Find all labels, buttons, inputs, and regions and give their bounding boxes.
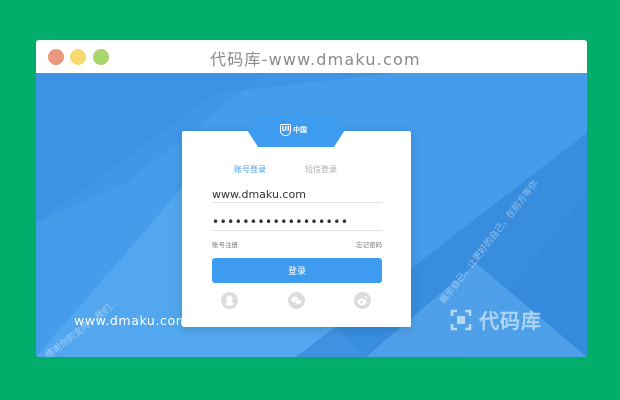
close-window-button[interactable] (48, 49, 64, 65)
username-field (212, 183, 382, 204)
register-link[interactable]: 账号注册 (212, 239, 238, 249)
watermark-brand: 代码库 (449, 305, 542, 334)
minimize-window-button[interactable] (70, 49, 86, 65)
tab-sms-login[interactable]: 短信登录 (305, 164, 337, 175)
wechat-icon[interactable] (288, 292, 305, 309)
card-header-badge: UI 中国 (248, 116, 344, 147)
login-button[interactable]: 登录 (212, 258, 382, 283)
watermark-url: www.dmaku.com (74, 313, 189, 328)
maximize-window-button[interactable] (93, 49, 109, 65)
ui-logo-icon: UI (280, 124, 291, 136)
tab-account-login[interactable]: 账号登录 (234, 164, 266, 175)
page-viewport: 感谢你的支持，我们... 展示自己，让更好的自己，在前方等你 www.dmaku… (36, 73, 587, 357)
weibo-icon[interactable] (354, 292, 371, 309)
badge-text: 中国 (293, 126, 307, 134)
password-field (212, 211, 382, 232)
window-title: 代码库-www.dmaku.com (210, 50, 421, 69)
brand-logo-icon (449, 308, 473, 332)
browser-window: 代码库-www.dmaku.com 感谢你的支持，我们... 展示自己，让更好的… (36, 40, 587, 357)
brand-name: 代码库 (479, 309, 542, 333)
login-card: UI 中国 账号登录 短信登录 账号注册 忘记密码 登录 (182, 116, 411, 327)
title-bar: 代码库-www.dmaku.com (36, 40, 587, 73)
qq-icon[interactable] (221, 292, 238, 309)
forgot-password-link[interactable]: 忘记密码 (356, 239, 382, 249)
username-input[interactable] (212, 185, 382, 204)
password-input[interactable] (212, 212, 382, 232)
